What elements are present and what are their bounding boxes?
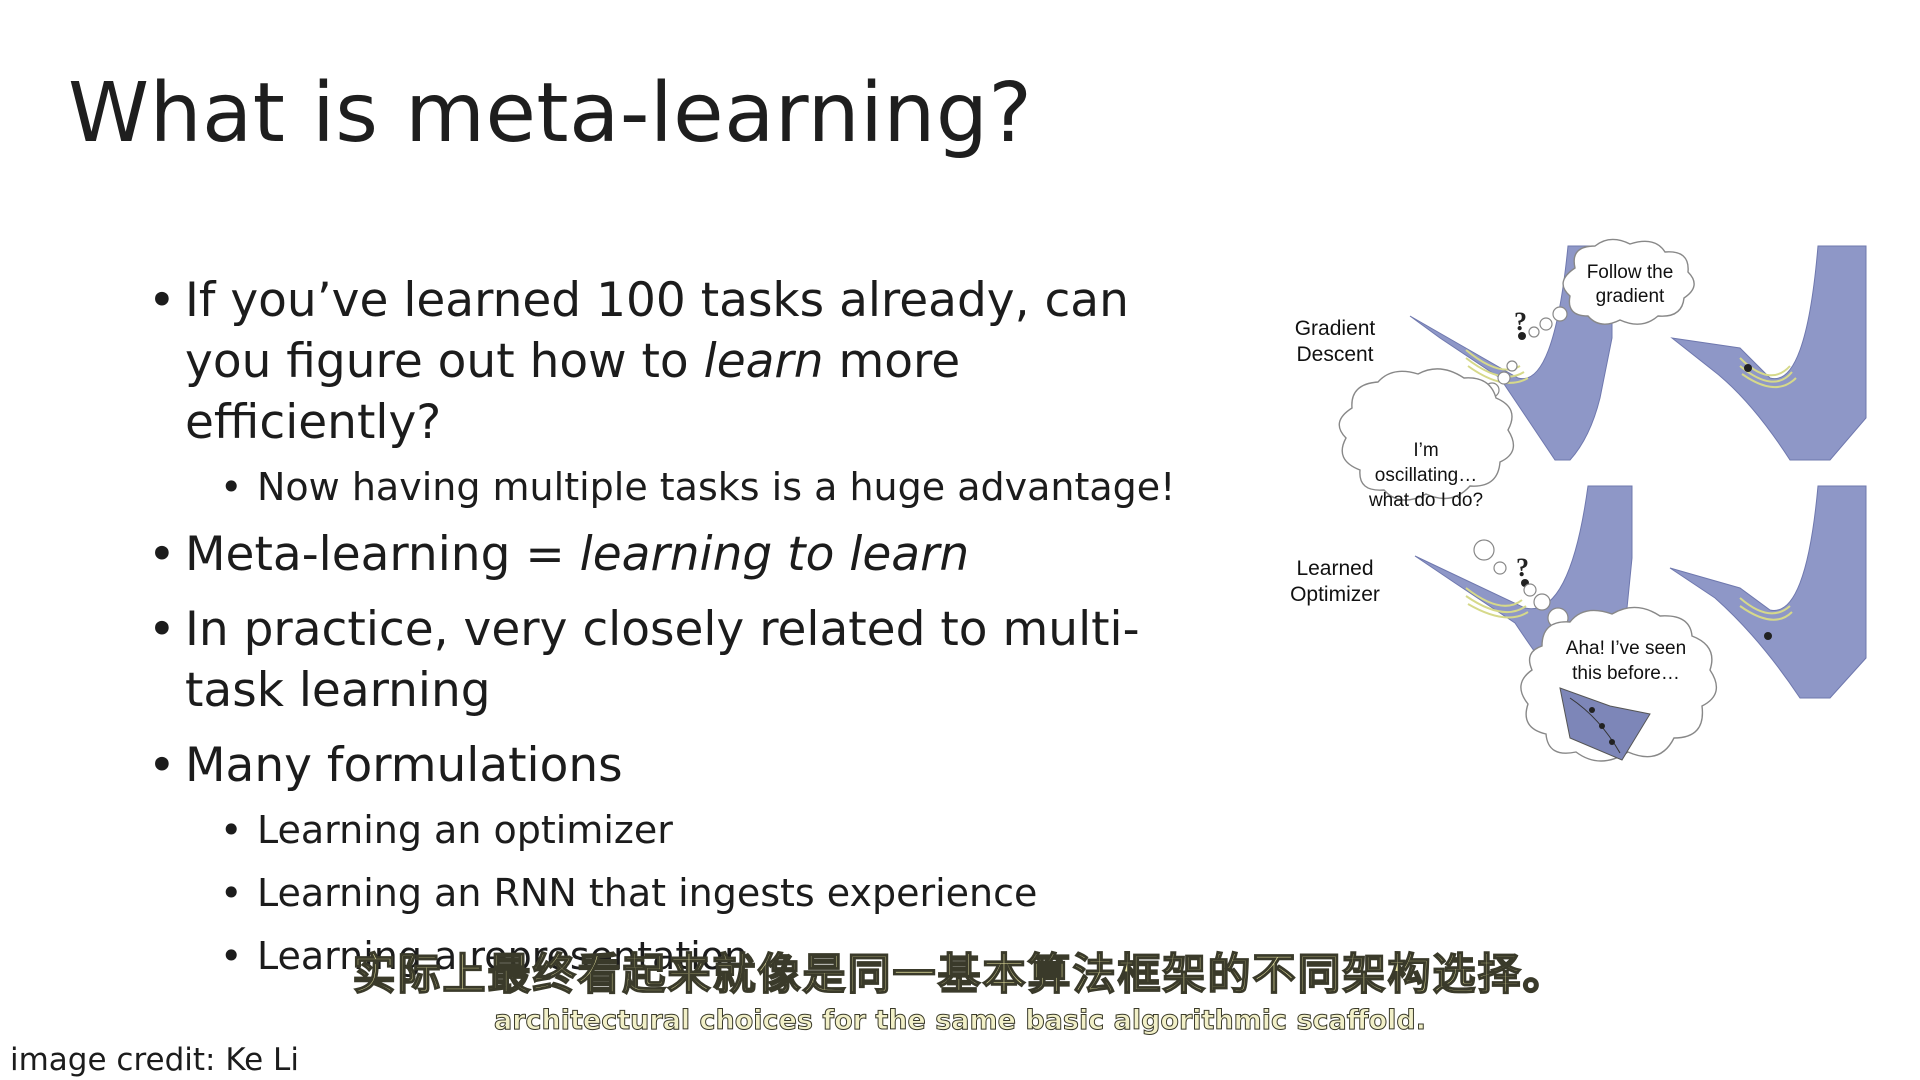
sub-bullet-optimizer: Learning an optimizer [148,804,1218,856]
sub-bullet-multiple-tasks: Now having multiple tasks is a huge adva… [148,461,1218,513]
question-mark: ? [1516,553,1529,582]
label-line: Learned [1296,557,1374,580]
bullet-many-formulations: Many formulations [148,735,1218,796]
slide: What is meta-learning? If you’ve learned… [0,0,1920,1080]
ball-marker [1744,364,1752,372]
cloud-osc-line1: I’m [1413,440,1438,461]
optimizer-figure: Gradient Descent Learned Optimizer ? ? F… [1270,238,1880,798]
label-line: Optimizer [1290,583,1380,606]
image-credit: image credit: Ke Li [10,1042,299,1078]
bullet-meta-learning-definition: Meta-learning = learning to learn [148,524,1218,585]
ball-marker [1764,632,1772,640]
question-mark: ? [1514,307,1527,336]
bullet-list: If you’ve learned 100 tasks already, can… [148,270,1218,993]
slide-title: What is meta-learning? [68,66,1033,161]
subtitle-chinese: 实际上最终看起来就像是同一基本算法框架的不同架构选择。 [352,949,1568,1001]
label-gradient-descent: Gradient Descent [1270,316,1400,368]
cloud-follow-line1: Follow the [1587,262,1674,283]
cloud-aha-line1: Aha! I’ve seen [1566,638,1686,659]
bullet-text: If you’ve learned 100 tasks already, can… [185,273,1129,389]
bullet-emphasis: learn [703,334,824,389]
bullet-in-practice: In practice, very closely related to mul… [148,599,1218,721]
cloud-osc-line2: oscillating… [1375,465,1477,486]
surface-dot [1599,723,1605,729]
sub-bullet-rnn: Learning an RNN that ingests experience [148,867,1218,919]
surface-dot [1609,739,1615,745]
subtitle-english: architectural choices for the same basic… [493,1005,1427,1037]
valley-top-right [1670,245,1867,461]
cloud-follow-line2: gradient [1596,286,1665,307]
surface-dot [1589,707,1595,713]
label-line: Gradient [1294,317,1376,340]
bullet-learned-100-tasks: If you’ve learned 100 tasks already, can… [148,270,1218,453]
bullet-text: Meta-learning = [185,527,580,582]
bullet-emphasis: learning to learn [579,527,970,582]
label-learned-optimizer: Learned Optimizer [1270,556,1400,608]
label-line: Descent [1296,343,1374,366]
cloud-aha-line2: this before… [1572,663,1680,684]
cloud-osc-line3: what do I do? [1368,490,1483,511]
